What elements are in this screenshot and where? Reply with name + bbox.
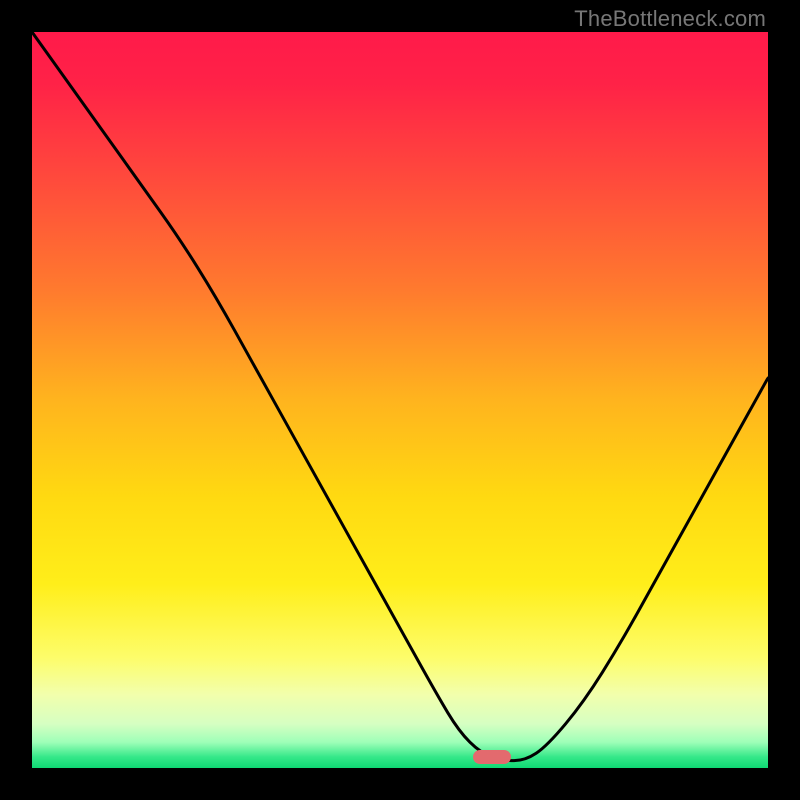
plot-area — [32, 32, 768, 768]
watermark-text: TheBottleneck.com — [574, 6, 766, 32]
bottleneck-curve — [32, 32, 768, 768]
optimal-point-marker — [473, 750, 511, 764]
chart-frame: TheBottleneck.com — [0, 0, 800, 800]
